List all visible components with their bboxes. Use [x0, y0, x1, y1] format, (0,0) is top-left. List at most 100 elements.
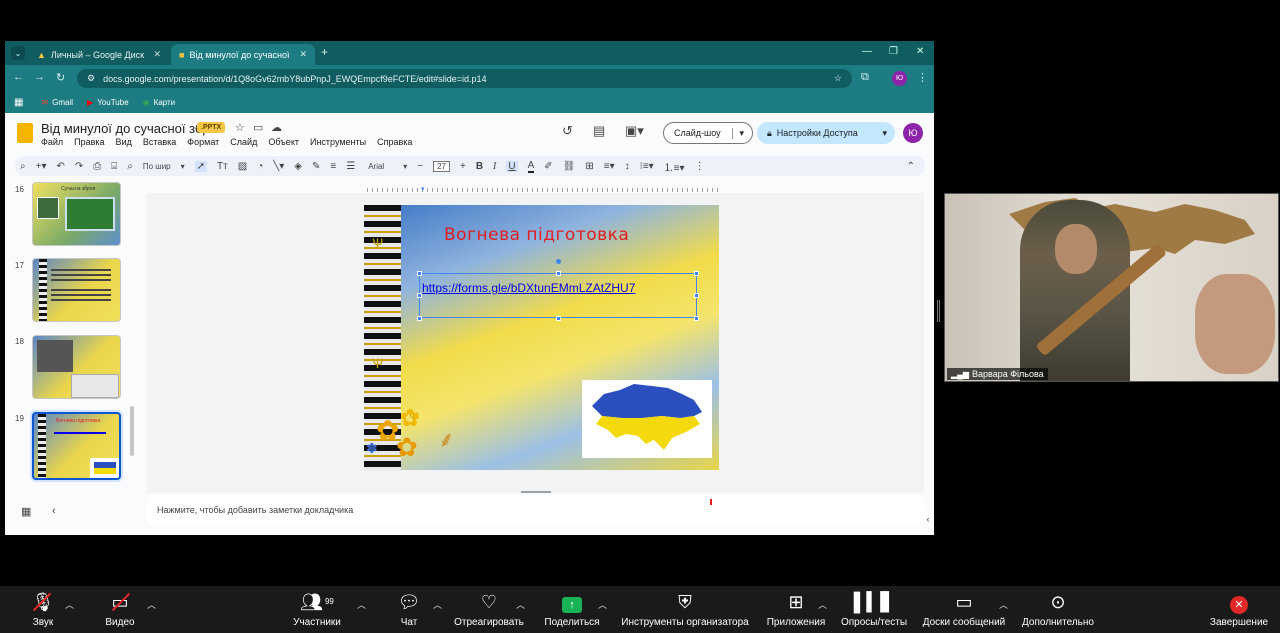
reload-icon[interactable]: ↻ [56, 71, 65, 84]
chat-button[interactable]: 💬︎ Чат [397, 586, 421, 633]
folder-icon[interactable]: ▭ [253, 121, 263, 134]
collapse-icon[interactable]: ⌃ [907, 161, 915, 172]
grid-view-icon[interactable]: ▦ [21, 505, 31, 518]
slide-thumbnail-17[interactable] [32, 258, 121, 322]
slide-title[interactable]: Вогнева підготовка [444, 225, 629, 245]
comment-icon[interactable]: ▤ [593, 123, 605, 139]
polls-button[interactable]: ▌▍▋ Опросы/тесты [838, 586, 910, 633]
italic-icon[interactable]: I [493, 161, 496, 172]
more-icon[interactable]: ⋮ [695, 161, 705, 172]
site-info-icon[interactable]: ⚙ [87, 73, 95, 84]
chevron-up-icon[interactable]: ︿ [818, 598, 827, 611]
chevron-down-icon[interactable]: ▾ [403, 162, 407, 171]
notes-resize-handle[interactable] [521, 491, 551, 493]
select-cursor-icon[interactable]: ➚ [194, 160, 208, 172]
menu-object[interactable]: Объект [268, 137, 299, 147]
menu-tools[interactable]: Инструменты [310, 137, 366, 147]
menu-icon[interactable]: ⋮ [917, 71, 928, 84]
line-icon[interactable]: ╲▾ [273, 161, 284, 172]
form-link[interactable]: https://forms.gle/bDXtunEMmLZAtZHU7 [422, 281, 635, 295]
restore-icon[interactable]: ❐ [889, 46, 898, 57]
chevron-up-icon[interactable]: ︿ [357, 598, 366, 611]
filmstrip-scrollbar[interactable] [130, 406, 134, 456]
underline-icon[interactable]: U [506, 160, 518, 172]
resize-handle[interactable] [417, 316, 422, 321]
text-color-icon[interactable]: A [527, 160, 535, 173]
bullet-list-icon[interactable]: ⁝≡▾ [640, 161, 654, 172]
bold-icon[interactable]: B [476, 161, 483, 172]
rotate-handle[interactable] [556, 259, 561, 264]
more-button[interactable]: ⊙ Дополнительно [1018, 586, 1098, 633]
host-tools-button[interactable]: ⛨ Инструменты организатора [617, 586, 753, 633]
end-meeting-button[interactable]: ✕ Завершение [1205, 586, 1273, 633]
close-icon[interactable]: ✕ [153, 49, 161, 60]
fill-color-icon[interactable]: ◈ [294, 161, 302, 172]
highlight-icon[interactable]: ✐ [544, 161, 552, 172]
tab-google-drive[interactable]: ▲ Личный – Google Диск ✕ [29, 44, 169, 65]
slide-thumbnail-19[interactable]: Вогнева підготовка [32, 412, 121, 480]
history-icon[interactable]: ↺ [562, 123, 573, 139]
line-spacing-icon[interactable]: ↕ [625, 161, 630, 172]
extensions-icon[interactable]: ⧉ [861, 71, 869, 84]
participants-button[interactable]: 👥︎ 99 Участники [288, 586, 346, 633]
chevron-up-icon[interactable]: ︿ [598, 598, 607, 611]
chevron-down-icon[interactable]: ▾ [882, 128, 887, 139]
horizontal-ruler[interactable]: ▾ [147, 185, 924, 193]
video-button[interactable]: ▭ Видео [102, 586, 138, 633]
bookmark-gmail[interactable]: ✉ Gmail [41, 98, 73, 107]
slide-canvas[interactable]: Ѱ Ѱ Ѱ Вогнева підготовка https://forms.g… [147, 193, 924, 493]
chevron-down-icon[interactable]: ▾ [732, 127, 744, 139]
forward-icon[interactable]: → [34, 71, 45, 83]
image-icon[interactable]: ▨ [238, 161, 247, 172]
audio-button[interactable]: 🎙︎ Звук [28, 586, 58, 633]
slide-thumbnail-16[interactable]: Сучасна зброя [32, 182, 121, 246]
cloud-icon[interactable]: ☁ [271, 121, 282, 134]
whiteboards-button[interactable]: ▭ Доски сообщений [918, 586, 1010, 633]
border-weight-icon[interactable]: ≡ [330, 161, 336, 172]
menu-slide[interactable]: Слайд [230, 137, 257, 147]
user-avatar[interactable]: Ю [903, 123, 923, 143]
speaker-notes[interactable]: Нажмите, чтобы добавить заметки докладчи… [147, 495, 924, 525]
resize-handle[interactable] [556, 316, 561, 321]
search-menus-icon[interactable]: ⌕ [20, 161, 26, 172]
new-tab-button[interactable]: + [321, 45, 328, 59]
tab-search-button[interactable]: ⌄ [11, 46, 25, 60]
camera-icon[interactable]: ▣▾ [625, 123, 644, 139]
apps-grid-icon[interactable]: ▦ [14, 97, 23, 108]
text-box-selection[interactable] [419, 273, 697, 318]
splitter-handle[interactable] [937, 300, 940, 322]
new-slide-icon[interactable]: +▾ [36, 161, 47, 172]
current-slide[interactable]: Ѱ Ѱ Ѱ Вогнева підготовка https://forms.g… [364, 205, 719, 470]
align-icon[interactable]: ≡▾ [604, 161, 615, 172]
font-select[interactable]: Arial [368, 162, 384, 171]
resize-handle[interactable] [556, 271, 561, 276]
slides-logo[interactable] [17, 123, 33, 143]
share-button[interactable]: 🔒︎ Настройки Доступа ▾ [757, 122, 895, 144]
chevron-up-icon[interactable]: ︿ [147, 598, 156, 611]
border-dash-icon[interactable]: ☰ [346, 161, 355, 172]
chevron-up-icon[interactable]: ︿ [433, 598, 442, 611]
side-panel-toggle-icon[interactable]: ‹ [922, 511, 934, 527]
zoom-icon[interactable]: ⌕ [127, 161, 133, 172]
redo-icon[interactable]: ↷ [75, 161, 83, 172]
star-icon[interactable]: ☆ [235, 121, 245, 134]
menu-insert[interactable]: Вставка [143, 137, 176, 147]
chevron-up-icon[interactable]: ︿ [65, 598, 74, 611]
text-box-icon[interactable]: Tт [217, 161, 228, 172]
document-title[interactable]: Від минулої до сучасної зброї [41, 121, 220, 136]
link-icon[interactable]: ⛓ [563, 161, 576, 172]
indent-marker-icon[interactable]: ▾ [421, 185, 425, 193]
resize-handle[interactable] [694, 316, 699, 321]
resize-handle[interactable] [417, 271, 422, 276]
menu-format[interactable]: Формат [187, 137, 219, 147]
chevron-down-icon[interactable]: ▾ [181, 162, 185, 171]
share-screen-button[interactable]: ↑ Поделиться [542, 586, 602, 633]
minimize-icon[interactable]: — [862, 46, 872, 57]
slide-thumbnail-18[interactable] [32, 335, 121, 399]
close-icon[interactable]: ✕ [299, 49, 307, 60]
decrease-font-icon[interactable]: − [417, 161, 423, 172]
close-window-icon[interactable]: ✕ [916, 46, 924, 57]
menu-edit[interactable]: Правка [74, 137, 104, 147]
bookmark-star-icon[interactable]: ☆ [834, 73, 842, 84]
back-icon[interactable]: ← [13, 71, 24, 83]
